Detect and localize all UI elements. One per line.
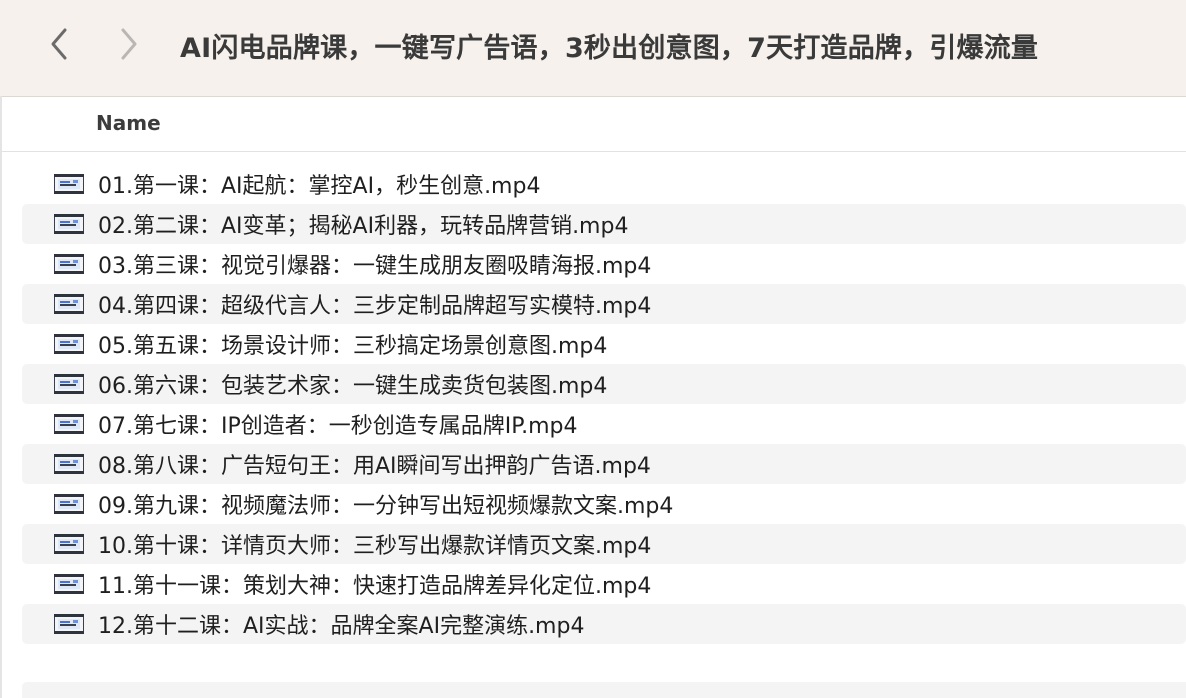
file-row[interactable]: 07.第七课：IP创造者：一秒创造专属品牌IP.mp4 [22, 404, 1186, 444]
file-row[interactable]: 06.第六课：包装艺术家：一键生成卖货包装图.mp4 [22, 364, 1186, 404]
file-row[interactable]: 02.第二课：AI变革；揭秘AI利器，玩转品牌营销.mp4 [22, 204, 1186, 244]
chevron-right-icon [121, 28, 137, 60]
video-file-icon [54, 614, 84, 634]
column-header-name[interactable]: Name [96, 111, 161, 135]
file-name: 11.第十一课：策划大神：快速打造品牌差异化定位.mp4 [98, 574, 652, 599]
file-name: 05.第五课：场景设计师：三秒搞定场景创意图.mp4 [98, 334, 608, 359]
chevron-left-icon [51, 28, 67, 60]
video-file-icon [54, 254, 84, 274]
window-title: AI闪电品牌课，一键写广告语，3秒出创意图，7天打造品牌，引爆流量 [180, 33, 1039, 64]
video-file-icon [54, 574, 84, 594]
video-file-icon [54, 534, 84, 554]
file-row[interactable]: 01.第一课：AI起航：掌控AI，秒生创意.mp4 [22, 164, 1186, 204]
file-row[interactable]: 09.第九课：视频魔法师：一分钟写出短视频爆款文案.mp4 [22, 484, 1186, 524]
file-name: 04.第四课：超级代言人：三步定制品牌超写实模特.mp4 [98, 294, 652, 319]
forward-button[interactable] [112, 24, 146, 64]
video-file-icon [54, 174, 84, 194]
file-name: 06.第六课：包装艺术家：一键生成卖货包装图.mp4 [98, 374, 608, 399]
video-file-icon [54, 374, 84, 394]
file-row[interactable]: 05.第五课：场景设计师：三秒搞定场景创意图.mp4 [22, 324, 1186, 364]
window-toolbar: AI闪电品牌课，一键写广告语，3秒出创意图，7天打造品牌，引爆流量 [0, 0, 1186, 97]
file-name: 03.第三课：视觉引爆器：一键生成朋友圈吸睛海报.mp4 [98, 254, 652, 279]
video-file-icon [54, 454, 84, 474]
file-row[interactable]: 11.第十一课：策划大神：快速打造品牌差异化定位.mp4 [22, 564, 1186, 604]
list-header: Name [2, 97, 1186, 152]
list-empty-row [22, 682, 1186, 698]
file-list: 01.第一课：AI起航：掌控AI，秒生创意.mp4 02.第二课：AI变革；揭秘A… [0, 164, 1186, 644]
file-name: 08.第八课：广告短句王：用AI瞬间写出押韵广告语.mp4 [98, 454, 651, 479]
video-file-icon [54, 334, 84, 354]
file-row[interactable]: 10.第十课：详情页大师：三秒写出爆款详情页文案.mp4 [22, 524, 1186, 564]
file-name: 12.第十二课：AI实战：品牌全案AI完整演练.mp4 [98, 614, 585, 639]
video-file-icon [54, 414, 84, 434]
file-name: 10.第十课：详情页大师：三秒写出爆款详情页文案.mp4 [98, 534, 652, 559]
file-row[interactable]: 08.第八课：广告短句王：用AI瞬间写出押韵广告语.mp4 [22, 444, 1186, 484]
video-file-icon [54, 214, 84, 234]
video-file-icon [54, 494, 84, 514]
back-button[interactable] [42, 24, 76, 64]
file-row[interactable]: 04.第四课：超级代言人：三步定制品牌超写实模特.mp4 [22, 284, 1186, 324]
file-name: 07.第七课：IP创造者：一秒创造专属品牌IP.mp4 [98, 414, 578, 439]
file-name: 02.第二课：AI变革；揭秘AI利器，玩转品牌营销.mp4 [98, 214, 629, 239]
file-name: 01.第一课：AI起航：掌控AI，秒生创意.mp4 [98, 174, 541, 199]
file-row[interactable]: 12.第十二课：AI实战：品牌全案AI完整演练.mp4 [22, 604, 1186, 644]
file-name: 09.第九课：视频魔法师：一分钟写出短视频爆款文案.mp4 [98, 494, 674, 519]
file-row[interactable]: 03.第三课：视觉引爆器：一键生成朋友圈吸睛海报.mp4 [22, 244, 1186, 284]
video-file-icon [54, 294, 84, 314]
